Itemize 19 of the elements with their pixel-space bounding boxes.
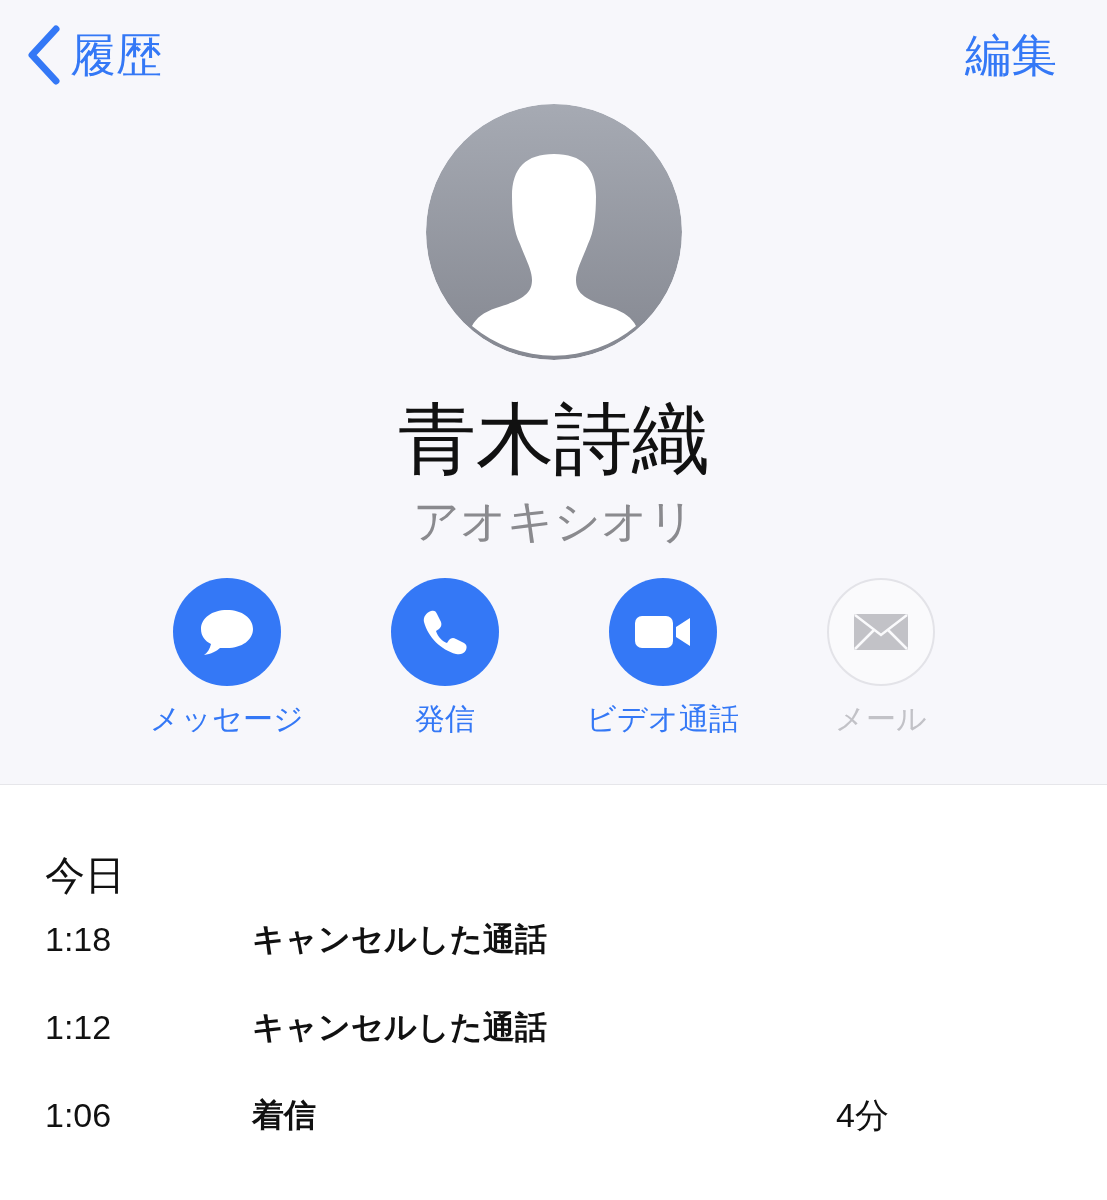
action-label: 発信 xyxy=(414,704,475,734)
edit-button[interactable]: 編集 xyxy=(965,32,1057,78)
section-heading: 今日 xyxy=(45,855,125,895)
back-button[interactable]: 履歴 xyxy=(24,25,162,85)
action-label: メッセージ xyxy=(149,704,304,734)
call-time: 1:18 xyxy=(45,919,112,958)
contact-name: 青木詩織 xyxy=(397,400,710,478)
envelope-icon xyxy=(852,613,909,651)
call-type: キャンセルした通話 xyxy=(252,1009,547,1045)
call-time: 1:06 xyxy=(45,1095,112,1134)
call-duration: 4分 xyxy=(836,1094,889,1136)
action-label: ビデオ通話 xyxy=(586,704,739,734)
video-camera-icon xyxy=(633,615,692,649)
call-type: 着信 xyxy=(252,1097,316,1133)
avatar-silhouette-icon xyxy=(425,104,682,360)
call-time: 1:12 xyxy=(45,1007,112,1046)
contact-reading: アオキシオリ xyxy=(412,498,695,544)
speech-bubble-icon xyxy=(198,608,255,656)
call-type: キャンセルした通話 xyxy=(252,921,547,957)
